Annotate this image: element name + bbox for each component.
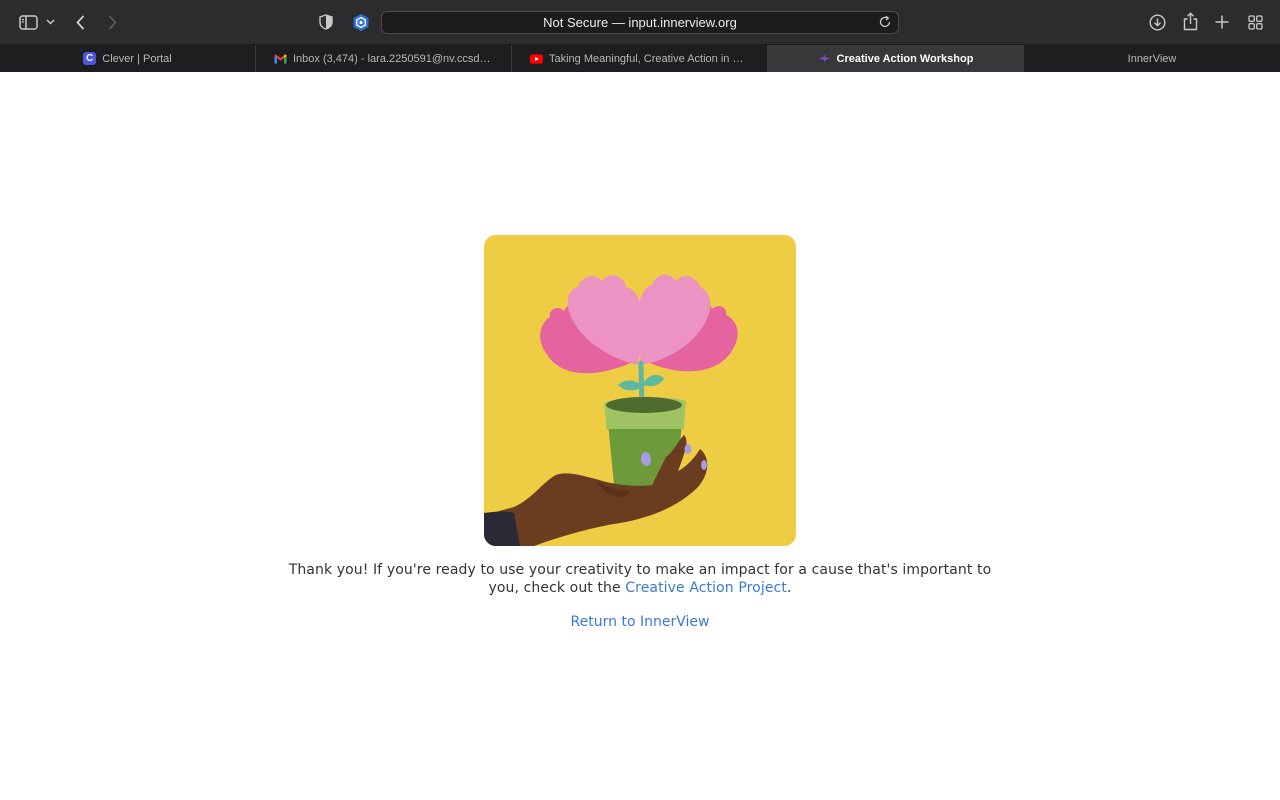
reload-icon[interactable] [878, 15, 892, 32]
tab-overview-icon[interactable] [1247, 14, 1264, 31]
thank-you-message: Thank you! If you're ready to use your c… [280, 561, 1000, 597]
tab-label: Clever | Portal [102, 52, 172, 65]
gmail-icon [274, 52, 287, 65]
sidebar-toggle-icon[interactable] [18, 14, 38, 31]
tab-bar: C Clever | Portal Inbox (3,474) - lara.2… [0, 45, 1280, 72]
chevron-down-icon[interactable] [45, 16, 56, 28]
tab-label: Inbox (3,474) - lara.2250591@nv.ccsd.n..… [293, 52, 493, 65]
tab-clever-portal[interactable]: C Clever | Portal [0, 45, 256, 72]
tab-label: Creative Action Workshop [836, 52, 974, 65]
youtube-icon [530, 52, 543, 65]
tab-creative-action-workshop[interactable]: Creative Action Workshop [768, 45, 1024, 72]
share-icon[interactable] [1181, 11, 1199, 31]
return-to-innerview-link[interactable]: Return to InnerView [540, 614, 740, 630]
forward-icon[interactable] [105, 13, 119, 31]
extension-hexagon-icon[interactable] [351, 12, 371, 32]
address-text: Not Secure — input.innerview.org [543, 15, 737, 30]
privacy-shield-icon[interactable] [318, 13, 334, 31]
message-period: . [786, 580, 792, 596]
tab-gmail-inbox[interactable]: Inbox (3,474) - lara.2250591@nv.ccsd.n..… [256, 45, 512, 72]
tab-innerview[interactable]: InnerView [1024, 45, 1280, 72]
downloads-icon[interactable] [1148, 13, 1166, 31]
new-tab-plus-icon[interactable] [1214, 14, 1230, 30]
tab-label: InnerView [1127, 52, 1177, 65]
clever-icon: C [83, 52, 97, 65]
sparkle-icon [818, 52, 831, 65]
page-content: Thank you! If you're ready to use your c… [0, 72, 1280, 800]
browser-toolbar: Not Secure — input.innerview.org [0, 0, 1280, 45]
tab-label: Taking Meaningful, Creative Action in La… [549, 52, 749, 65]
hand-holding-flower-illustration [484, 235, 796, 546]
back-icon[interactable] [73, 13, 87, 31]
creative-action-project-link[interactable]: Creative Action Project [625, 580, 787, 596]
tab-youtube-video[interactable]: Taking Meaningful, Creative Action in La… [512, 45, 768, 72]
address-bar[interactable]: Not Secure — input.innerview.org [381, 11, 899, 34]
